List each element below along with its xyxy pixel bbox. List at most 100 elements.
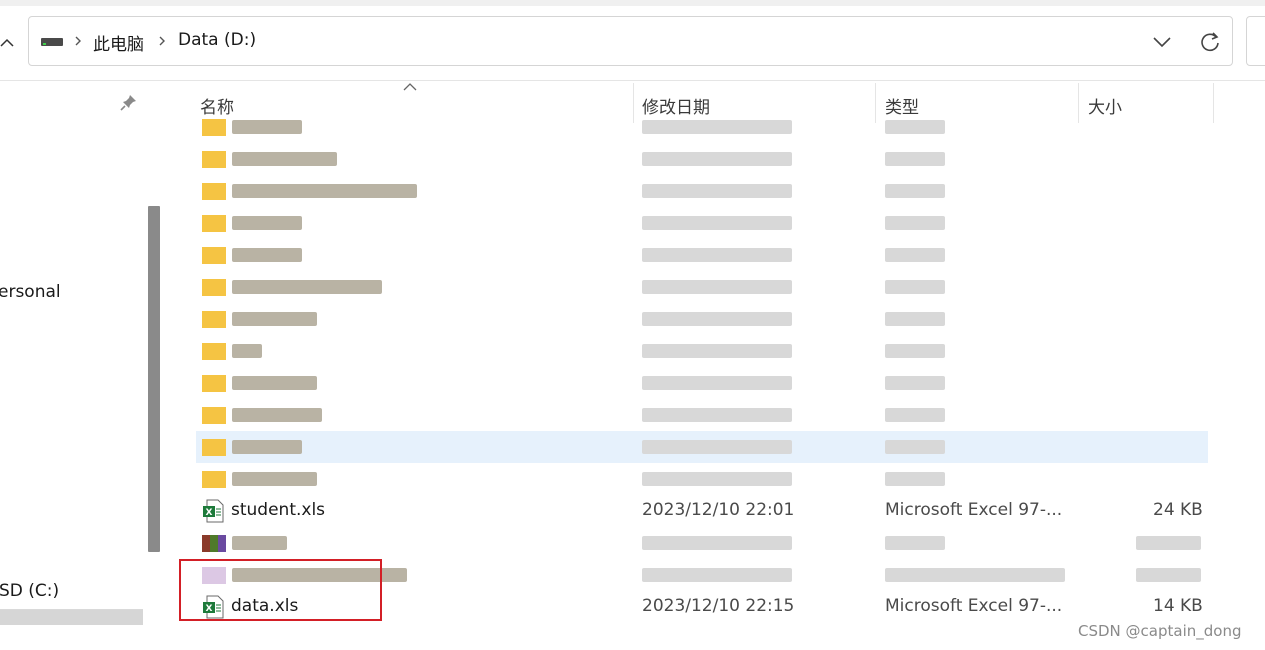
obscured-row[interactable] — [196, 207, 1208, 239]
obscured-row[interactable] — [196, 431, 1208, 463]
obscured-text — [885, 344, 945, 358]
obscured-text — [885, 280, 945, 294]
obscured-text — [642, 408, 792, 422]
folder-icon — [202, 375, 226, 392]
folder-icon — [202, 439, 226, 456]
obscured-text — [642, 376, 792, 390]
nav-item-personal[interactable]: ersonal — [0, 282, 61, 302]
obscured-text — [885, 408, 945, 422]
file-type: Microsoft Excel 97-... — [885, 500, 1063, 520]
folder-icon — [202, 183, 226, 200]
folder-icon — [202, 151, 226, 168]
column-divider[interactable] — [1213, 83, 1214, 123]
obscured-row[interactable] — [196, 303, 1208, 335]
nav-scrollbar[interactable] — [148, 206, 160, 552]
obscured-text — [232, 216, 302, 230]
obscured-text — [642, 120, 792, 134]
address-bar[interactable]: 此电脑 Data (D:) — [28, 16, 1233, 66]
watermark: CSDN @captain_dong — [1078, 622, 1242, 640]
obscured-text — [642, 312, 792, 326]
obscured-row[interactable] — [196, 143, 1208, 175]
obscured-text — [642, 568, 792, 582]
obscured-text — [885, 568, 1065, 582]
obscured-text — [232, 536, 287, 550]
folder-icon — [202, 247, 226, 264]
obscured-text — [232, 408, 322, 422]
obscured-text — [642, 344, 792, 358]
file-row-student[interactable]: X student.xls 2023/12/10 22:01 Microsoft… — [196, 495, 1208, 527]
obscured-text — [232, 120, 302, 134]
folder-icon — [202, 471, 226, 488]
obscured-text — [642, 280, 792, 294]
folder-icon — [202, 279, 226, 296]
breadcrumb-separator-icon — [159, 36, 165, 46]
folder-icon — [202, 311, 226, 328]
nav-item-drive-c[interactable]: SD (C:) — [0, 581, 59, 601]
breadcrumb-separator-icon — [75, 36, 81, 46]
obscured-row[interactable] — [196, 463, 1208, 495]
obscured-text — [232, 376, 317, 390]
breadcrumb-this-pc[interactable]: 此电脑 — [93, 30, 144, 55]
obscured-text — [885, 472, 945, 486]
obscured-text — [885, 536, 945, 550]
file-type: Microsoft Excel 97-... — [885, 596, 1063, 616]
obscured-row[interactable] — [196, 239, 1208, 271]
obscured-text — [885, 440, 945, 454]
up-arrow-icon[interactable] — [0, 36, 14, 50]
file-icon — [202, 535, 226, 552]
obscured-text — [642, 216, 792, 230]
obscured-text — [642, 248, 792, 262]
drive-icon — [41, 38, 63, 46]
address-row: 此电脑 Data (D:) — [0, 6, 1265, 81]
file-name[interactable]: student.xls — [231, 500, 325, 520]
obscured-row[interactable] — [196, 175, 1208, 207]
folder-icon — [202, 215, 226, 232]
obscured-text — [885, 152, 945, 166]
obscured-text — [642, 440, 792, 454]
pin-icon[interactable] — [120, 93, 138, 111]
file-date: 2023/12/10 22:01 — [642, 500, 795, 520]
file-date: 2023/12/10 22:15 — [642, 596, 795, 616]
excel-file-icon: X — [203, 499, 224, 523]
obscured-text — [232, 472, 317, 486]
obscured-text — [642, 536, 792, 550]
folder-icon — [202, 119, 226, 136]
obscured-text — [642, 184, 792, 198]
obscured-text — [232, 312, 317, 326]
obscured-text — [1136, 536, 1201, 550]
obscured-row[interactable] — [196, 111, 1208, 143]
obscured-row[interactable] — [196, 271, 1208, 303]
file-size: 14 KB — [1153, 596, 1203, 616]
obscured-text — [232, 344, 262, 358]
obscured-text — [642, 152, 792, 166]
obscured-row[interactable] — [196, 335, 1208, 367]
obscured-text — [885, 248, 945, 262]
obscured-text — [232, 184, 417, 198]
search-box[interactable] — [1246, 16, 1265, 66]
breadcrumb-drive-d[interactable]: Data (D:) — [178, 30, 256, 50]
obscured-text — [885, 120, 945, 134]
obscured-row[interactable] — [196, 527, 1208, 559]
obscured-text — [642, 472, 792, 486]
obscured-text — [885, 216, 945, 230]
obscured-text — [232, 152, 337, 166]
navigation-pane: ersonal SD (C:) — [0, 81, 147, 625]
obscured-text — [1136, 568, 1201, 582]
obscured-text — [885, 376, 945, 390]
folder-icon — [202, 343, 226, 360]
refresh-icon[interactable] — [1195, 29, 1225, 55]
obscured-text — [232, 440, 302, 454]
svg-text:X: X — [206, 508, 213, 518]
obscured-text — [232, 248, 302, 262]
folder-icon — [202, 407, 226, 424]
file-list: 名称 修改日期 类型 大小 X student.xls 2023/12/10 2… — [160, 81, 1265, 625]
nav-bottom-band — [0, 610, 143, 625]
obscured-row[interactable] — [196, 399, 1208, 431]
obscured-text — [232, 280, 382, 294]
obscured-text — [885, 312, 945, 326]
obscured-text — [885, 184, 945, 198]
annotation-highlight-box — [179, 559, 382, 621]
obscured-row[interactable] — [196, 367, 1208, 399]
file-size: 24 KB — [1153, 500, 1203, 520]
chevron-down-icon[interactable] — [1147, 29, 1177, 55]
